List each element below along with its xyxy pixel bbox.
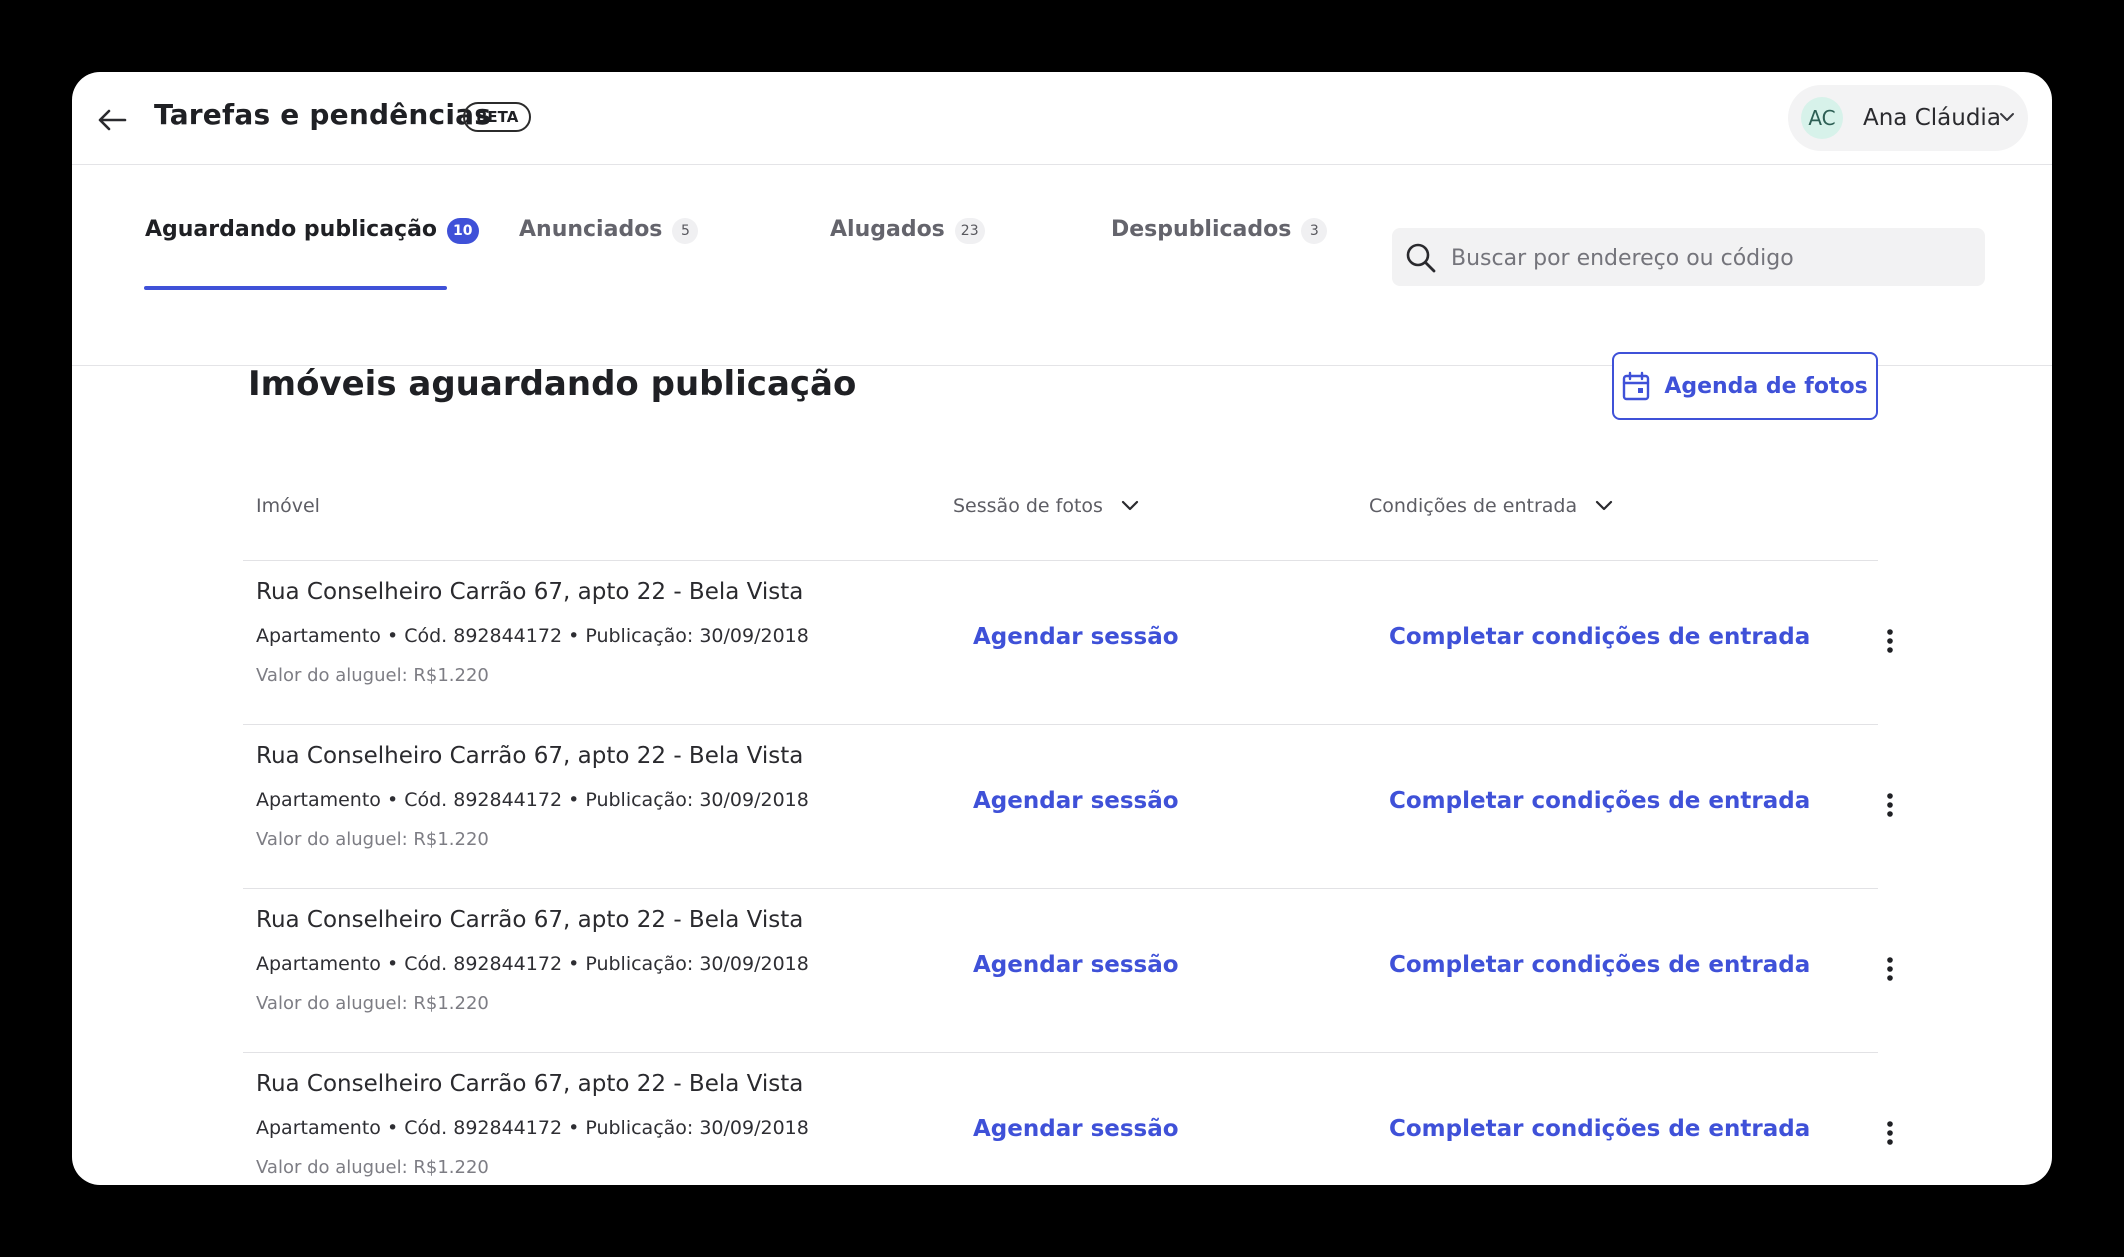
app-window: Tarefas e pendências BETA AC Ana Cláudia… — [72, 72, 2052, 1185]
property-meta: Apartamento • Cód. 892844172 • Publicaçã… — [256, 625, 809, 647]
row-more-button[interactable] — [1875, 787, 1905, 823]
section-title: Imóveis aguardando publicação — [248, 364, 857, 404]
photo-agenda-button[interactable]: Agenda de fotos — [1612, 352, 1878, 420]
schedule-session-link[interactable]: Agendar sessão — [973, 952, 1179, 978]
tab-label: Alugados — [830, 217, 945, 242]
tab-count-badge: 3 — [1301, 218, 1328, 244]
more-vertical-icon — [1887, 1121, 1893, 1145]
schedule-session-link[interactable]: Agendar sessão — [973, 788, 1179, 814]
schedule-session-link[interactable]: Agendar sessão — [973, 1116, 1179, 1142]
row-more-button[interactable] — [1875, 1115, 1905, 1151]
property-meta: Apartamento • Cód. 892844172 • Publicaçã… — [256, 1117, 809, 1139]
column-header-sessao-de-fotos[interactable]: Sessão de fotos — [953, 495, 1139, 517]
avatar: AC — [1801, 97, 1843, 139]
property-rent: Valor do aluguel: R$1.220 — [256, 1157, 489, 1178]
calendar-icon — [1623, 371, 1650, 401]
tab-anunciados[interactable]: Anunciados 5 — [519, 217, 699, 257]
tab-count-badge: 5 — [672, 218, 699, 244]
complete-conditions-link[interactable]: Completar condições de entrada — [1389, 788, 1810, 814]
schedule-session-link[interactable]: Agendar sessão — [973, 624, 1179, 650]
row-more-button[interactable] — [1875, 623, 1905, 659]
beta-badge: BETA — [463, 102, 532, 132]
column-header-condicoes-de-entrada[interactable]: Condições de entrada — [1369, 495, 1613, 517]
property-meta: Apartamento • Cód. 892844172 • Publicaçã… — [256, 953, 809, 975]
column-header-label: Condições de entrada — [1369, 495, 1578, 517]
back-button[interactable] — [94, 102, 130, 138]
tab-label: Anunciados — [519, 217, 663, 242]
complete-conditions-link[interactable]: Completar condições de entrada — [1389, 624, 1810, 650]
table-row: Rua Conselheiro Carrão 67, apto 22 - Bel… — [243, 561, 1893, 725]
property-rent: Valor do aluguel: R$1.220 — [256, 993, 489, 1014]
property-address: Rua Conselheiro Carrão 67, apto 22 - Bel… — [256, 579, 804, 605]
tab-count-badge: 10 — [447, 218, 479, 244]
tab-alugados[interactable]: Alugados 23 — [830, 217, 985, 257]
user-name: Ana Cláudia — [1863, 105, 2001, 131]
more-vertical-icon — [1887, 629, 1893, 653]
tab-despublicados[interactable]: Despublicados 3 — [1111, 217, 1328, 257]
column-header-imovel: Imóvel — [256, 495, 320, 517]
chevron-down-icon — [2000, 113, 2014, 121]
chevron-down-icon — [1595, 500, 1613, 512]
property-rent: Valor do aluguel: R$1.220 — [256, 829, 489, 850]
chevron-down-icon — [1121, 500, 1139, 512]
table-row: Rua Conselheiro Carrão 67, apto 22 - Bel… — [243, 889, 1893, 1053]
table-row: Rua Conselheiro Carrão 67, apto 22 - Bel… — [243, 1053, 1893, 1185]
tab-label: Despublicados — [1111, 217, 1292, 242]
column-header-label: Sessão de fotos — [953, 495, 1103, 517]
search-input[interactable] — [1449, 228, 1973, 288]
search-box — [1392, 228, 1985, 288]
property-rent: Valor do aluguel: R$1.220 — [256, 665, 489, 686]
table-row: Rua Conselheiro Carrão 67, apto 22 - Bel… — [243, 725, 1893, 889]
property-address: Rua Conselheiro Carrão 67, apto 22 - Bel… — [256, 743, 804, 769]
tab-label: Aguardando publicação — [145, 217, 438, 242]
user-menu-button[interactable]: AC Ana Cláudia — [1788, 85, 2028, 151]
back-arrow-icon — [98, 109, 127, 131]
tab-aguardando-publicacao[interactable]: Aguardando publicação 10 — [145, 217, 479, 257]
search-icon — [1406, 243, 1436, 273]
more-vertical-icon — [1887, 957, 1893, 981]
top-bar: Tarefas e pendências BETA AC Ana Cláudia — [72, 72, 2052, 165]
tab-count-badge: 23 — [954, 218, 985, 244]
property-address: Rua Conselheiro Carrão 67, apto 22 - Bel… — [256, 907, 804, 933]
property-meta: Apartamento • Cód. 892844172 • Publicaçã… — [256, 789, 809, 811]
more-vertical-icon — [1887, 793, 1893, 817]
row-more-button[interactable] — [1875, 951, 1905, 987]
complete-conditions-link[interactable]: Completar condições de entrada — [1389, 952, 1810, 978]
complete-conditions-link[interactable]: Completar condições de entrada — [1389, 1116, 1810, 1142]
active-tab-indicator — [144, 286, 447, 290]
page-title: Tarefas e pendências — [154, 98, 492, 131]
photo-agenda-label: Agenda de fotos — [1664, 373, 1868, 399]
property-address: Rua Conselheiro Carrão 67, apto 22 - Bel… — [256, 1071, 804, 1097]
